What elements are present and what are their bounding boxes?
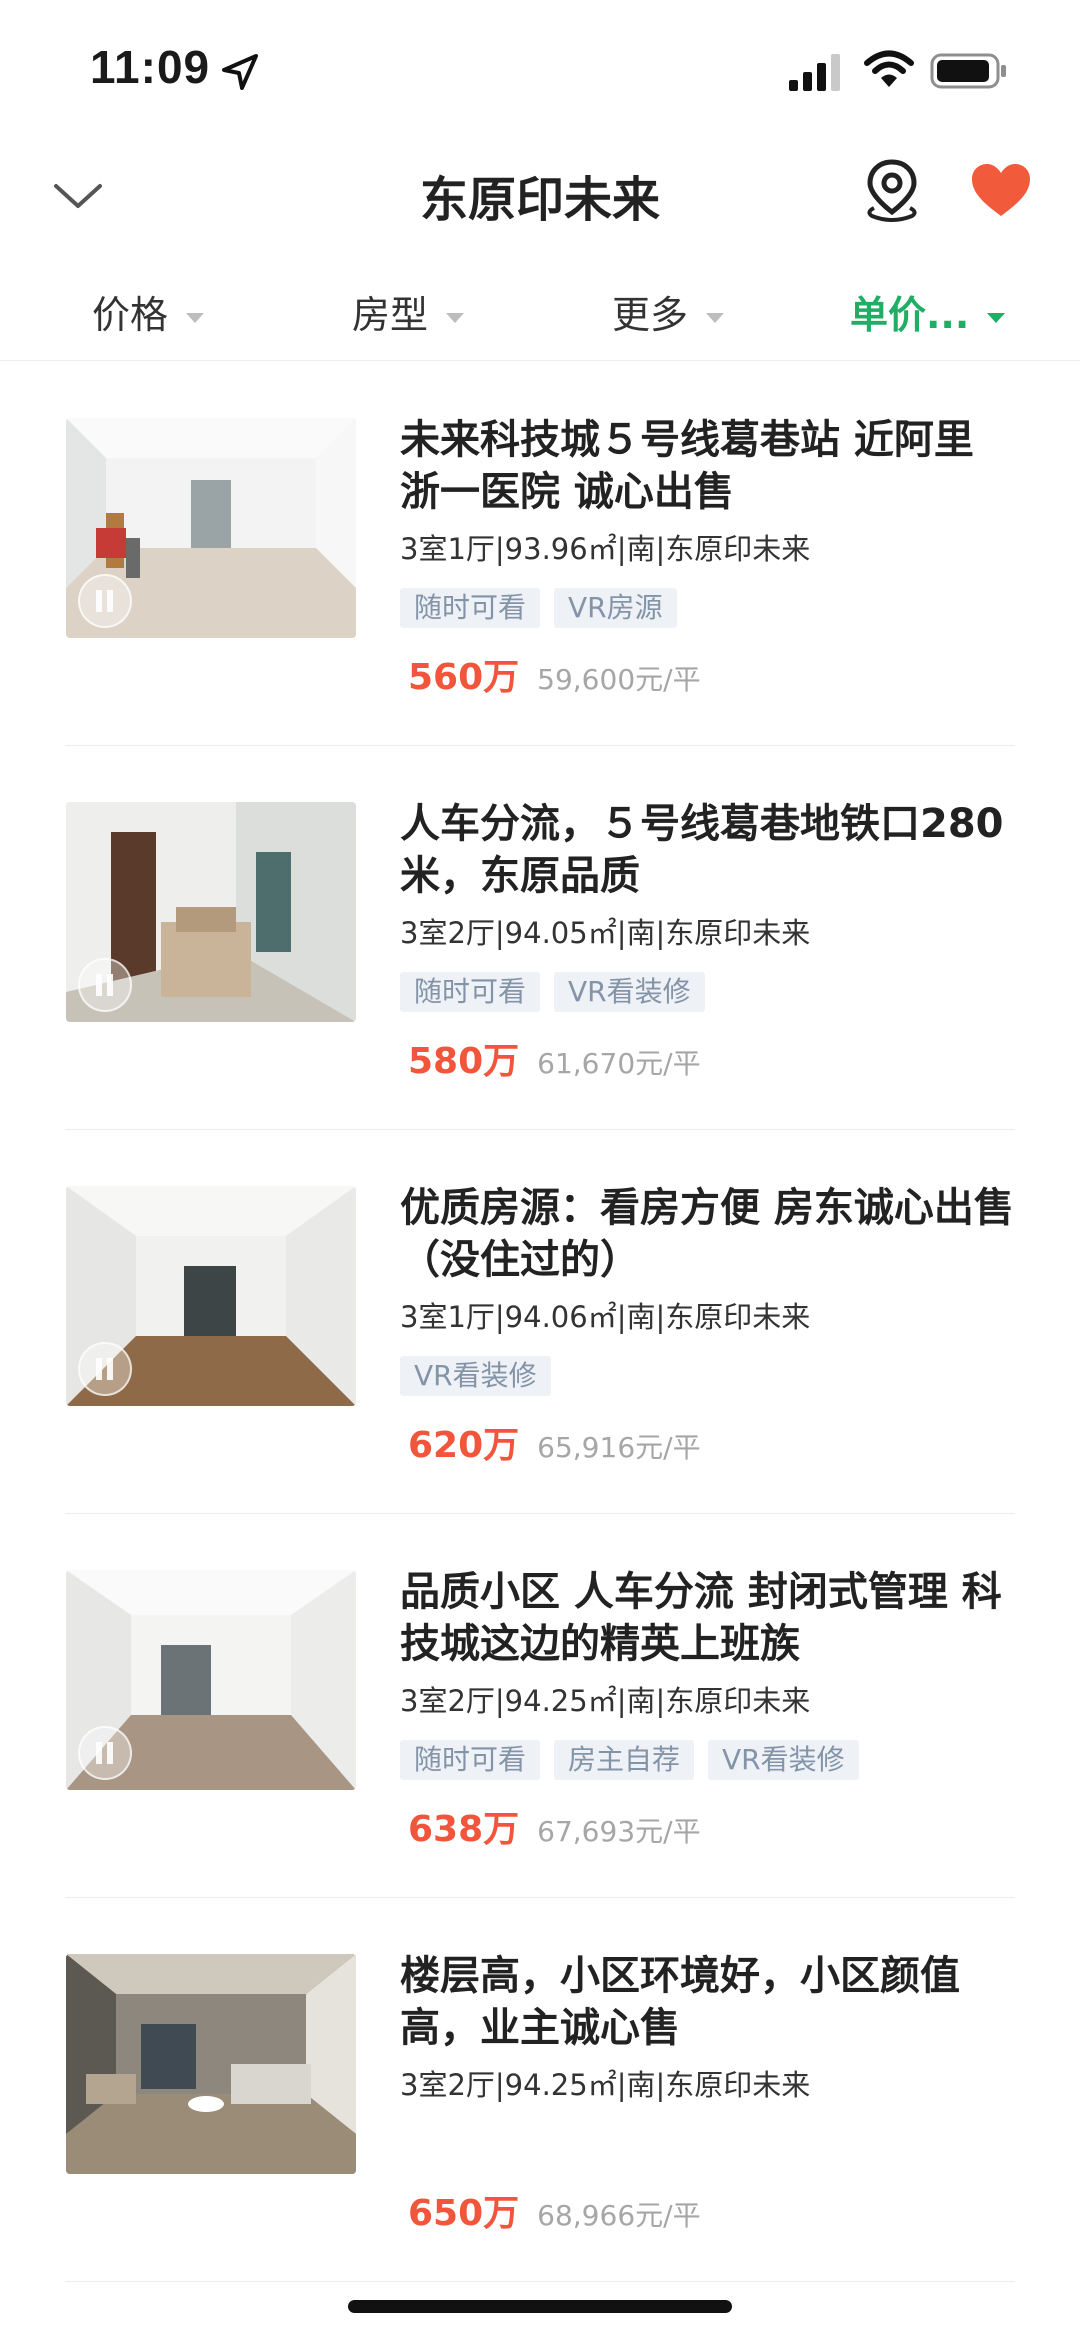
dropdown-triangle-icon [987, 312, 1006, 323]
listing-specs: 3室1厅|93.96㎡|南|东原印未来 [400, 532, 811, 566]
filter-unit-price[interactable]: 单价... [850, 284, 1006, 339]
unit-price: 59,600元/平 [537, 663, 701, 696]
listing-tag: VR看装修 [400, 1356, 551, 1396]
listing-title: 楼层高，小区环境好，小区颜值高，业主诚心售 [400, 1953, 960, 2051]
vr-play-icon [78, 1342, 132, 1396]
room-photo-image [66, 1954, 356, 2174]
filter-bar: 价格 房型 更多 单价... [0, 270, 1080, 361]
dropdown-triangle-icon [186, 312, 205, 323]
status-time: 11:09 [90, 41, 211, 93]
listing-specs: 3室2厅|94.05㎡|南|东原印未来 [400, 916, 811, 950]
filter-price[interactable]: 价格 [92, 284, 205, 339]
price-row: 580万 61,670元/平 [408, 1032, 701, 1084]
nav-header: 东原印未来 [0, 140, 1080, 250]
filter-more[interactable]: 更多 [612, 284, 725, 339]
house-list-page: 11:09 东原印未来 价格 房型 更多 单价... 未来科技城５号线葛巷站 近… [0, 0, 1080, 2337]
price-row: 650万 68,966元/平 [408, 2184, 701, 2236]
listing-tag: VR房源 [554, 588, 677, 628]
listing-list: 未来科技城５号线葛巷站 近阿里 浙一医院 诚心出售 3室1厅|93.96㎡|南|… [0, 362, 1080, 2282]
listing-item[interactable]: 未来科技城５号线葛巷站 近阿里 浙一医院 诚心出售 3室1厅|93.96㎡|南|… [0, 362, 1080, 746]
listing-tag: VR看装修 [554, 972, 705, 1012]
price-row: 638万 67,693元/平 [408, 1800, 701, 1852]
listing-photo[interactable] [66, 1186, 356, 1406]
listing-item[interactable]: 人车分流，５号线葛巷地铁口280米，东原品质 3室2厅|94.05㎡|南|东原印… [0, 746, 1080, 1130]
location-arrow-icon [222, 54, 258, 90]
listing-item[interactable]: 楼层高，小区环境好，小区颜值高，业主诚心售 3室2厅|94.25㎡|南|东原印未… [0, 1898, 1080, 2282]
total-price: 650万 [408, 2193, 520, 2234]
divider [65, 2281, 1015, 2282]
total-price: 580万 [408, 1041, 520, 1082]
listing-photo[interactable] [66, 1570, 356, 1790]
cellular-signal-icon [789, 54, 840, 91]
listing-title: 品质小区 人车分流 封闭式管理 科技城这边的精英上班族 [400, 1569, 1002, 1667]
listing-title: 优质房源：看房方便 房东诚心出售（没住过的） [400, 1185, 1014, 1283]
dropdown-triangle-icon [446, 312, 465, 323]
listing-specs: 3室1厅|94.06㎡|南|东原印未来 [400, 1300, 811, 1334]
listing-title: 未来科技城５号线葛巷站 近阿里 浙一医院 诚心出售 [400, 417, 974, 515]
heart-icon[interactable] [970, 162, 1032, 218]
price-row: 560万 59,600元/平 [408, 648, 701, 700]
unit-price: 68,966元/平 [537, 2199, 701, 2232]
listing-item[interactable]: 优质房源：看房方便 房东诚心出售（没住过的） 3室1厅|94.06㎡|南|东原印… [0, 1130, 1080, 1514]
price-row: 620万 65,916元/平 [408, 1416, 701, 1468]
listing-tag: 房主自荐 [554, 1740, 695, 1780]
filter-price-label: 价格 [92, 293, 169, 337]
unit-price: 67,693元/平 [537, 1815, 701, 1848]
listing-tags: VR看装修 [400, 1356, 565, 1398]
total-price: 638万 [408, 1809, 520, 1850]
filter-more-label: 更多 [612, 293, 689, 337]
listing-tags: 随时可看 VR房源 [400, 588, 691, 630]
listing-tags: 随时可看 房主自荐 VR看装修 [400, 1740, 873, 1782]
listing-tag: VR看装修 [708, 1740, 859, 1780]
vr-play-icon [78, 958, 132, 1012]
listing-tag: 随时可看 [400, 972, 541, 1012]
vr-play-icon [78, 574, 132, 628]
vr-play-icon [78, 1726, 132, 1780]
listing-specs: 3室2厅|94.25㎡|南|东原印未来 [400, 1684, 811, 1718]
status-bar: 11:09 [0, 0, 1080, 140]
listing-photo[interactable] [66, 418, 356, 638]
listing-title: 人车分流，５号线葛巷地铁口280米，东原品质 [400, 801, 1004, 899]
total-price: 560万 [408, 657, 520, 698]
home-indicator[interactable] [348, 2300, 732, 2313]
listing-tags: 随时可看 VR看装修 [400, 972, 719, 1014]
listing-tag: 随时可看 [400, 1740, 541, 1780]
filter-layout-label: 房型 [352, 293, 429, 337]
filter-layout[interactable]: 房型 [352, 284, 465, 339]
unit-price: 65,916元/平 [537, 1431, 701, 1464]
listing-item[interactable]: 品质小区 人车分流 封闭式管理 科技城这边的精英上班族 3室2厅|94.25㎡|… [0, 1514, 1080, 1898]
wifi-icon [864, 50, 914, 87]
filter-unit-price-label: 单价... [850, 293, 970, 337]
listing-photo[interactable] [66, 802, 356, 1022]
map-pin-icon[interactable] [862, 158, 922, 224]
dropdown-triangle-icon [706, 312, 725, 323]
battery-icon [930, 53, 1006, 89]
listing-specs: 3室2厅|94.25㎡|南|东原印未来 [400, 2068, 811, 2102]
unit-price: 61,670元/平 [537, 1047, 701, 1080]
listing-tag: 随时可看 [400, 588, 541, 628]
total-price: 620万 [408, 1425, 520, 1466]
listing-photo[interactable] [66, 1954, 356, 2174]
